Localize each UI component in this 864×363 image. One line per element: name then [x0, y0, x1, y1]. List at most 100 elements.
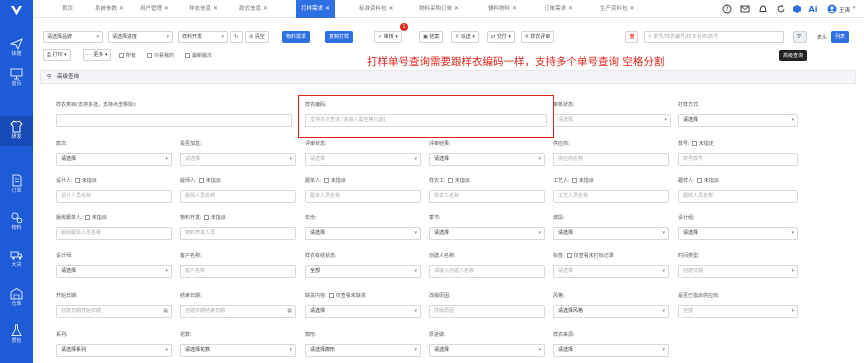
progress-select[interactable]: 请选择进度 ▾: [108, 31, 173, 43]
form-field[interactable]: 创建日期结束日期 ▦: [180, 305, 296, 318]
sidebar-item-0[interactable]: 快捷: [0, 33, 33, 63]
tab-1[interactable]: 系统参数 ✕: [92, 0, 127, 18]
form-field[interactable]: 请选择 ▾: [305, 227, 421, 240]
tab-8[interactable]: 辅料物料 ✕: [485, 0, 520, 18]
checkbox[interactable]: [198, 178, 204, 183]
close-icon[interactable]: ✕: [630, 5, 635, 12]
close-icon[interactable]: ✕: [119, 5, 124, 12]
tab-9[interactable]: 订单需求 ✕: [541, 0, 576, 18]
clear-button[interactable]: ⊘ 清空: [245, 31, 269, 43]
form-field[interactable]: 创建日期开始日期 ▦: [56, 305, 172, 318]
message-icon[interactable]: [740, 4, 750, 14]
tab-5[interactable]: 打样需求 ✕: [296, 0, 336, 18]
form-field[interactable]: 版师人员名称: [180, 190, 296, 203]
deliver-button[interactable]: ⇄ 交付 ▾: [487, 31, 515, 43]
form-field[interactable]: 请选择廓形 ▾: [305, 344, 421, 357]
all-checkbox[interactable]: 所有: [117, 52, 136, 59]
tab-6[interactable]: 标准资料包 ✕: [356, 0, 397, 18]
form-field[interactable]: 请选择 ▾: [305, 305, 421, 318]
form-field[interactable]: 请选择 ▾: [429, 227, 545, 240]
dispatch-button[interactable]: ⇪ 派送 ▾: [451, 31, 479, 43]
close-icon[interactable]: ✕: [454, 5, 459, 12]
form-field[interactable]: 请选择 ▾: [678, 114, 798, 127]
search-input[interactable]: ⚲ 单号/样衣编号/样衣名称/款号: [644, 31, 784, 43]
close-icon[interactable]: ✕: [512, 5, 517, 12]
form-field[interactable]: 请选择 ▾: [553, 265, 669, 278]
column-settings-label[interactable]: 表头: [817, 34, 827, 41]
sidebar-item-5[interactable]: 大货: [0, 244, 33, 274]
form-field[interactable]: [56, 114, 292, 127]
form-field[interactable]: 请选择 ▾: [429, 153, 545, 166]
form-field[interactable]: 请选择花数 ▾: [180, 344, 296, 357]
form-field[interactable]: 物料开发人员: [180, 227, 296, 240]
checkbox[interactable]: [74, 178, 80, 183]
form-field[interactable]: 跟样人员名称: [678, 190, 798, 203]
form-field[interactable]: 请选择 ▾: [429, 344, 545, 357]
form-field[interactable]: 跟单人员名称: [305, 190, 421, 203]
form-field[interactable]: 请选择风格 ▾: [553, 305, 669, 318]
form-field[interactable]: 请选择 ▾: [553, 114, 671, 127]
tab-4[interactable]: 款式信息 ✕: [236, 0, 271, 18]
avatar[interactable]: [827, 4, 837, 14]
tab-3[interactable]: 样衣信息 ✕: [186, 0, 221, 18]
checkbox[interactable]: [323, 178, 329, 183]
checkbox[interactable]: [84, 215, 90, 220]
material-demand-button[interactable]: 物料需求: [282, 31, 311, 43]
form-field[interactable]: 请选择 ▾: [678, 227, 798, 240]
checkbox[interactable]: [691, 141, 697, 146]
form-field[interactable]: 样衣工名称: [429, 190, 545, 203]
form-field[interactable]: 供应商名称: [553, 153, 669, 166]
advanced-search-header[interactable]: ⚲ 高级查询: [40, 70, 856, 84]
form-field[interactable]: 请选择 ▾: [180, 153, 296, 166]
sample-review-button[interactable]: ⚲ 样衣评审: [521, 31, 555, 43]
form-field[interactable]: 请选择系列 ▾: [56, 344, 172, 357]
form-field[interactable]: 工艺人员名称: [553, 190, 669, 203]
tab-7[interactable]: 物料采购订单 ✕: [416, 0, 462, 18]
form-field[interactable]: 请输入创建人名称: [429, 265, 545, 278]
form-field[interactable]: 请选择 ▾: [56, 153, 172, 166]
form-field[interactable]: 请选择 ▾: [56, 265, 172, 278]
user-name[interactable]: 王涛: [839, 6, 850, 14]
form-field[interactable]: 版房跟单人员名称: [56, 227, 172, 240]
form-field[interactable]: 全部 ▾: [678, 305, 798, 318]
mine-only-checkbox[interactable]: 只看我的: [145, 52, 174, 59]
checkbox[interactable]: [571, 178, 577, 183]
close-icon[interactable]: ✕: [389, 5, 394, 12]
checkbox[interactable]: [203, 215, 209, 220]
form-field[interactable]: 客户名称: [180, 265, 296, 278]
copy-sample-button[interactable]: 复制打样: [325, 31, 354, 43]
close-icon[interactable]: ✕: [325, 5, 330, 12]
form-field[interactable]: 请选择 ▾: [553, 227, 669, 240]
refresh-button[interactable]: ↻: [230, 31, 243, 43]
sidebar-item-2[interactable]: 研发: [0, 116, 33, 146]
form-field[interactable]: 请选择 ▾: [305, 153, 421, 166]
ai-icon[interactable]: Ai: [808, 4, 818, 14]
chevron-down-icon[interactable]: ▾: [853, 5, 856, 11]
filter-icon[interactable]: ⛛: [793, 31, 807, 43]
sidebar-item-6[interactable]: 仓库: [0, 283, 33, 313]
close-icon[interactable]: ✕: [568, 5, 573, 12]
development-select[interactable]: 样料开发 ▾: [178, 31, 228, 43]
print-button[interactable]: ⎙ 打印 ▾: [43, 49, 71, 61]
sidebar-item-3[interactable]: 订单: [0, 170, 33, 200]
list-view-button[interactable]: 列表: [831, 31, 850, 43]
latest-version-checkbox[interactable]: 最新版次: [183, 52, 212, 59]
close-icon[interactable]: ✕: [263, 5, 268, 12]
checkbox[interactable]: [328, 293, 334, 298]
checkbox[interactable]: [566, 253, 572, 258]
sidebar-item-7[interactable]: 质检: [0, 320, 33, 350]
form-field[interactable]: 创建日期 ▾: [678, 265, 798, 278]
sidebar-item-1[interactable]: 首页: [0, 63, 33, 93]
audit-button[interactable]: ✓ 审核 ▾: [374, 31, 402, 43]
more-button[interactable]: ··· 更多 ▾: [83, 49, 112, 61]
form-field[interactable]: 设计人员名称: [56, 190, 172, 203]
tab-2[interactable]: 用户管理 ✕: [137, 0, 172, 18]
form-field[interactable]: 改版原因: [429, 305, 545, 318]
help-icon[interactable]: ?: [722, 4, 732, 14]
bell-icon[interactable]: [758, 4, 768, 14]
tab-0[interactable]: 首页: [59, 0, 76, 18]
refresh-icon[interactable]: [776, 4, 786, 14]
cube-icon[interactable]: [792, 4, 802, 14]
checkbox[interactable]: [447, 178, 453, 183]
checkbox[interactable]: [696, 178, 702, 183]
